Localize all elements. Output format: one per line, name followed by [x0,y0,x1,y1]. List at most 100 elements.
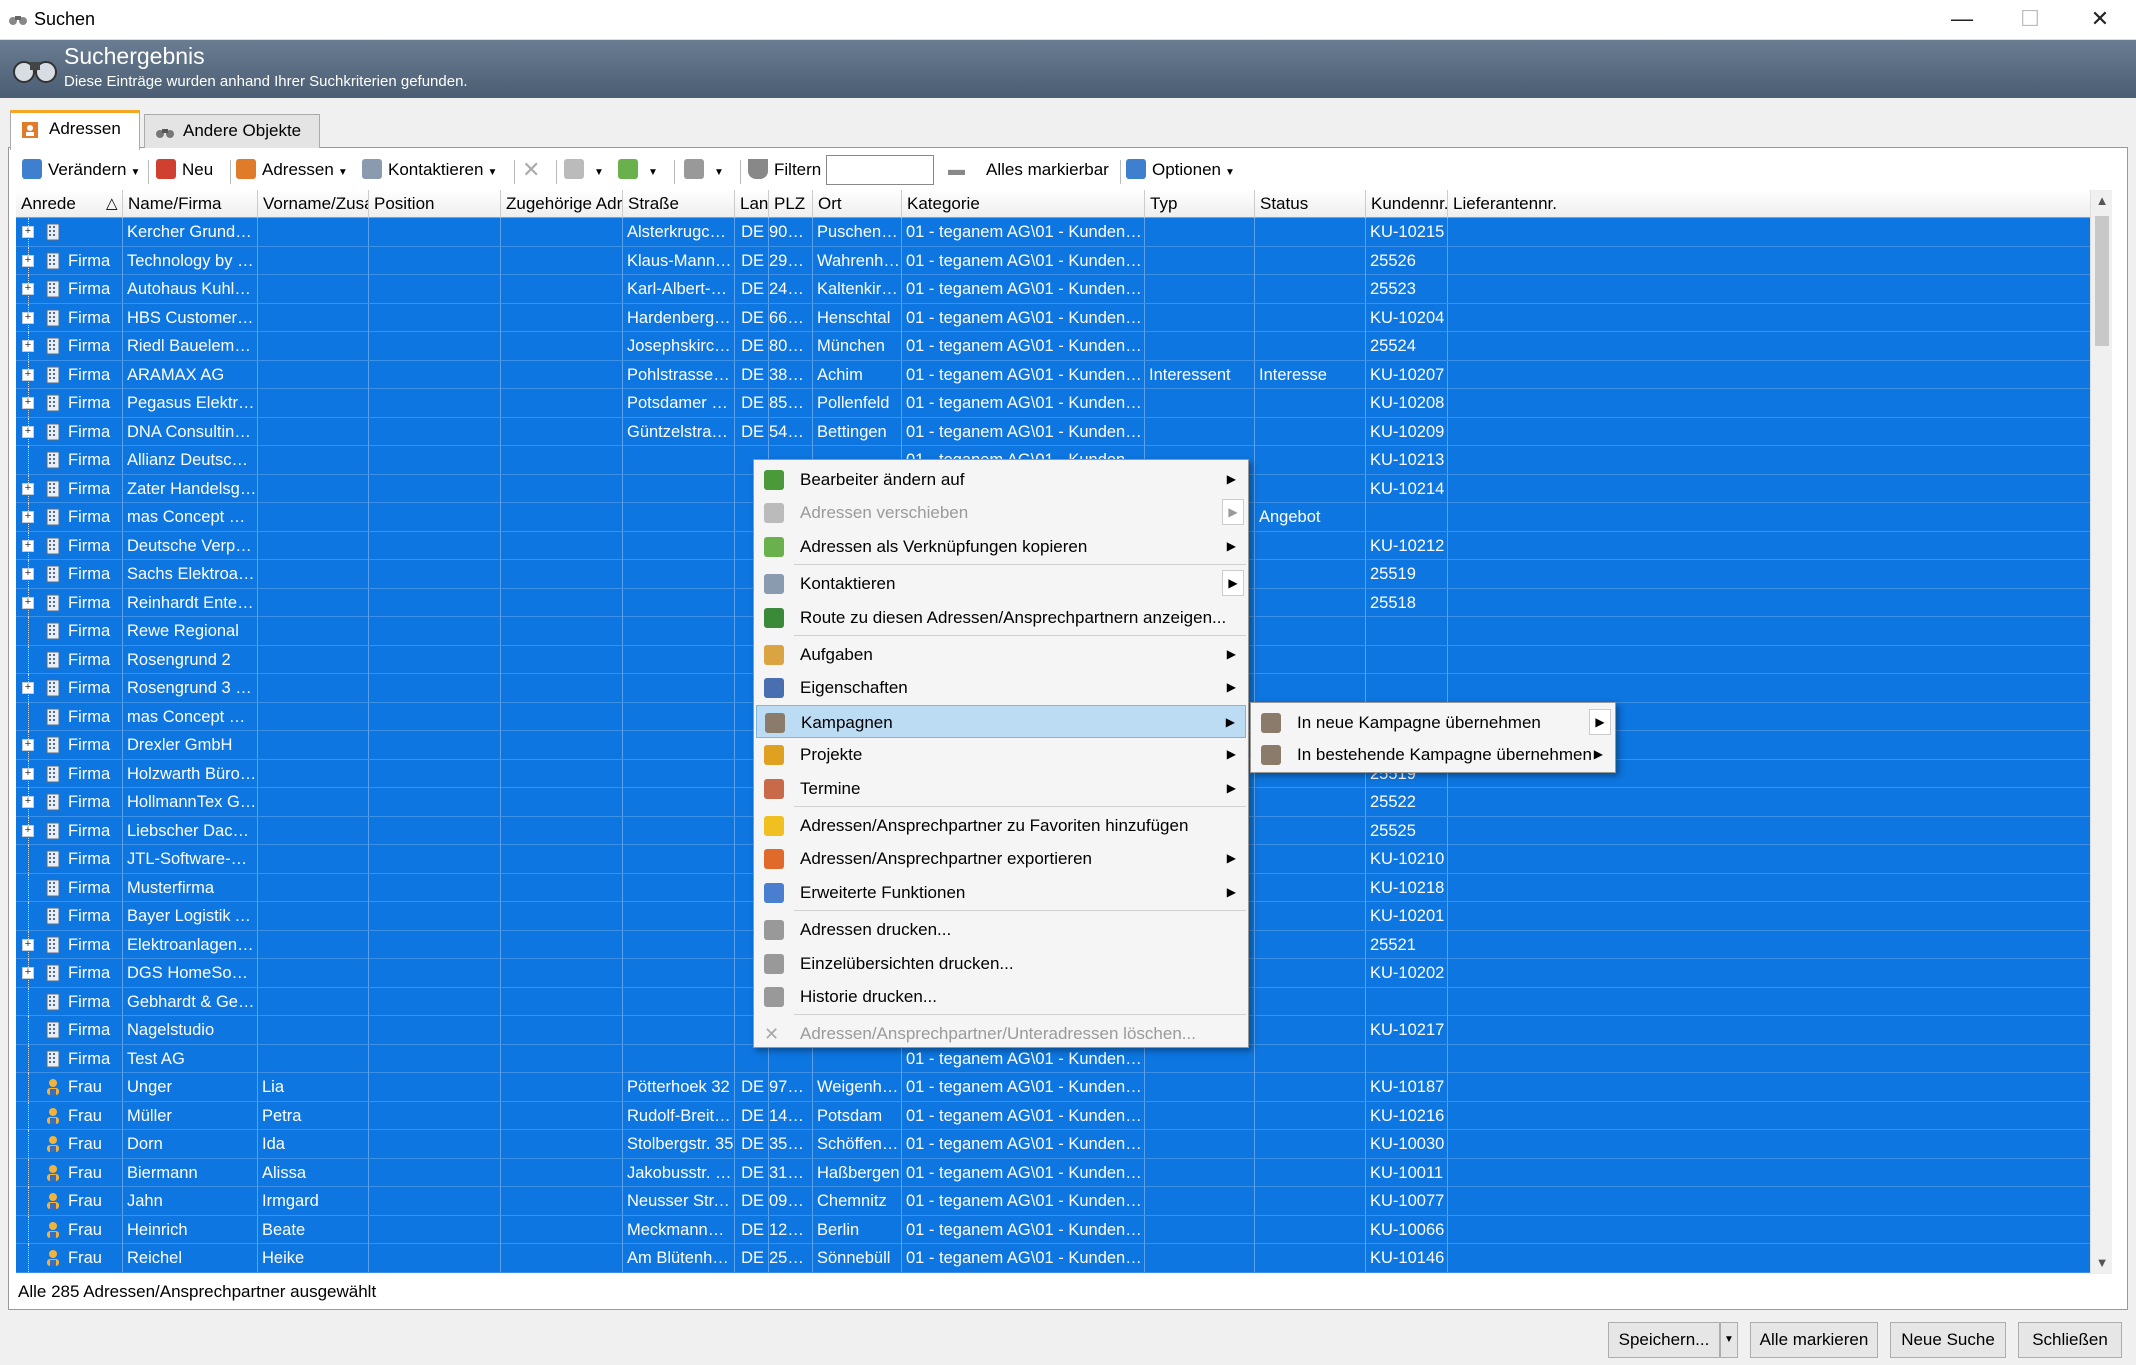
expand-icon[interactable]: + [22,539,34,552]
addresses-button[interactable]: Adressen ▼ [236,158,348,184]
minimize-button[interactable]: — [1928,0,1996,40]
column-header[interactable]: Kundennr. [1366,190,1448,218]
table-row[interactable]: FirmaAutohaus Kuhlmann KG Karl-Albert-Str… [16,275,2096,304]
new-button[interactable]: Neu [156,158,213,184]
submenu-item[interactable]: In bestehende Kampagne übernehmen ▶ [1253,738,1613,771]
building-icon [46,366,60,383]
contact-button[interactable]: Kontaktieren ▼ [362,158,497,184]
expand-icon[interactable]: + [22,739,34,751]
menu-item[interactable]: Kampagnen ▶ [756,704,1246,738]
column-header[interactable]: Ort [813,190,902,218]
filter-button[interactable]: Filtern [748,158,821,184]
column-header[interactable]: Status [1255,190,1366,218]
table-row[interactable]: Kercher Grundstücks-... Alsterkrugchauss.… [16,218,2096,247]
expand-icon[interactable]: + [22,824,34,837]
scrollbar-thumb[interactable] [2095,216,2109,346]
menu-item[interactable]: Historie drucken... [756,980,1246,1013]
new-search-button[interactable]: Neue Suche [1890,1322,2006,1358]
expand-icon[interactable]: + [22,368,34,381]
table-row[interactable]: FirmaDNA Consulting Servi... Güntzelstras… [16,417,2096,446]
menu-item[interactable]: Kontaktieren ▶ [756,567,1246,600]
menu-item[interactable]: Projekte ▶ [756,738,1246,771]
link-button[interactable]: ▼ [618,158,658,184]
table-row[interactable]: Frau Biermann Alissa Jakobusstr. 111 DE 31626… [16,1158,2096,1187]
column-header[interactable]: Land [735,190,769,218]
table-row[interactable]: FirmaPegasus Elektronik G... Potsdamer Pl… [16,389,2096,418]
maximize-button[interactable]: ☐ [1996,0,2064,40]
menu-item[interactable]: Adressen/Ansprechpartner zu Favoriten hi… [756,809,1246,842]
column-header[interactable]: Vorname/Zusatz [258,190,369,218]
column-header[interactable]: PLZ [769,190,813,218]
save-dropdown-chevron-down-icon[interactable]: ▼ [1720,1322,1738,1358]
mark-all-toggle[interactable]: Alles markierbar [986,158,1109,184]
table-row[interactable]: FrauJahnIrmgard Neusser Str. 150DE09128Ch… [16,1187,2096,1216]
table-cell: DE [735,275,769,303]
menu-item[interactable]: Termine ▶ [756,772,1246,805]
menu-item[interactable]: Eigenschaften ▶ [756,671,1246,704]
options-button[interactable]: Optionen ▼ [1126,158,1235,184]
table-cell [1255,845,1366,873]
expand-icon[interactable]: + [22,425,34,438]
filter-input[interactable] [826,155,934,185]
column-header[interactable]: Kategorie [902,190,1145,218]
table-row[interactable]: FirmaRiedl Bauelemente-H... Josephskirchs… [16,332,2096,361]
mark-all-button[interactable]: Alle markieren [1750,1322,1878,1358]
column-header[interactable]: Lieferantennr. [1448,190,2096,218]
vertical-scrollbar[interactable]: ▲ ▼ [2090,190,2112,1274]
table-row[interactable]: FirmaTechnology by Feil G... Klaus-Mann-P… [16,246,2096,275]
expand-icon[interactable]: + [22,568,34,580]
table-row[interactable]: Frau Unger Lia Pötterhoek 32 DE 97215 Weigenhe… [16,1073,2096,1102]
table-row[interactable]: FirmaHBS Customer Servic... Hardenbergstr… [16,303,2096,332]
menu-item[interactable]: Adressen als Verknüpfungen kopieren ▶ [756,530,1246,563]
menu-item[interactable]: Adressen/Ansprechpartner exportieren ▶ [756,842,1246,875]
column-header[interactable]: Position [369,190,501,218]
delete-icon[interactable]: ✕ [522,158,540,184]
scroll-down-icon[interactable]: ▼ [2091,1252,2113,1274]
expand-icon[interactable]: + [22,311,34,324]
move-button[interactable]: ▼ [564,158,604,184]
table-cell: Firma [64,674,123,702]
table-cell [258,560,369,588]
expand-icon[interactable]: + [22,397,34,409]
column-header[interactable]: Zugehörige Adresse [501,190,623,218]
table-row[interactable]: FrauReichelHeike Am Blütenhain 85DE25821S… [16,1244,2096,1273]
table-row[interactable]: Firma ARAMAX AG Pohlstrasse 41 DE 38312 Achim… [16,360,2096,389]
close-button[interactable]: Schließen [2018,1322,2122,1358]
close-window-button[interactable]: ✕ [2066,0,2134,40]
table-row[interactable]: Frau Dorn Ida Stolbergstr. 35 DE 35641 Schöffe… [16,1130,2096,1159]
expand-icon[interactable]: + [22,596,34,609]
expand-icon[interactable]: + [22,482,34,495]
expand-icon[interactable]: + [22,796,34,808]
change-button[interactable]: Verändern ▼ [22,158,140,184]
tab-adressen[interactable]: Adressen [10,110,140,150]
tab-andere-objekte[interactable]: Andere Objekte [144,114,320,148]
table-cell: Frau [64,1215,123,1244]
table-cell [1448,645,2096,674]
expand-icon[interactable]: + [22,967,34,979]
expand-icon[interactable]: + [22,682,34,694]
save-button[interactable]: Speichern... [1608,1322,1720,1358]
menu-item[interactable]: Route zu diesen Adressen/Ansprechpartner… [756,601,1246,634]
column-header[interactable]: Name/Firma [123,190,258,218]
menu-item[interactable]: Einzelübersichten drucken... [756,947,1246,980]
menu-item[interactable]: Adressen drucken... [756,913,1246,946]
menu-item[interactable]: Aufgaben ▶ [756,638,1246,671]
table-row[interactable]: FrauHeinrichBeate Meckmannweg 157DE12163B… [16,1215,2096,1244]
expand-icon[interactable]: + [22,283,34,295]
column-header[interactable]: Typ [1145,190,1255,218]
scroll-up-icon[interactable]: ▲ [2091,190,2113,212]
expand-icon[interactable]: + [22,767,34,780]
column-header[interactable]: Straße [623,190,735,218]
table-row[interactable]: FrauMüllerPetra Rudolf-Breitschei...DE144… [16,1101,2096,1130]
menu-item[interactable]: Erweiterte Funktionen ▶ [756,876,1246,909]
submenu-item[interactable]: In neue Kampagne übernehmen ▶ [1253,706,1613,739]
expand-icon[interactable]: + [22,254,34,267]
table-cell [1255,674,1366,702]
expand-icon[interactable]: + [22,226,34,238]
expand-icon[interactable]: + [22,340,34,352]
expand-icon[interactable]: + [22,938,34,951]
print-button[interactable]: ▼ [684,158,724,184]
expand-icon[interactable]: + [22,511,34,523]
clear-filter-icon[interactable]: ▬ [948,158,965,184]
menu-item[interactable]: Bearbeiter ändern auf ▶ [756,463,1246,496]
